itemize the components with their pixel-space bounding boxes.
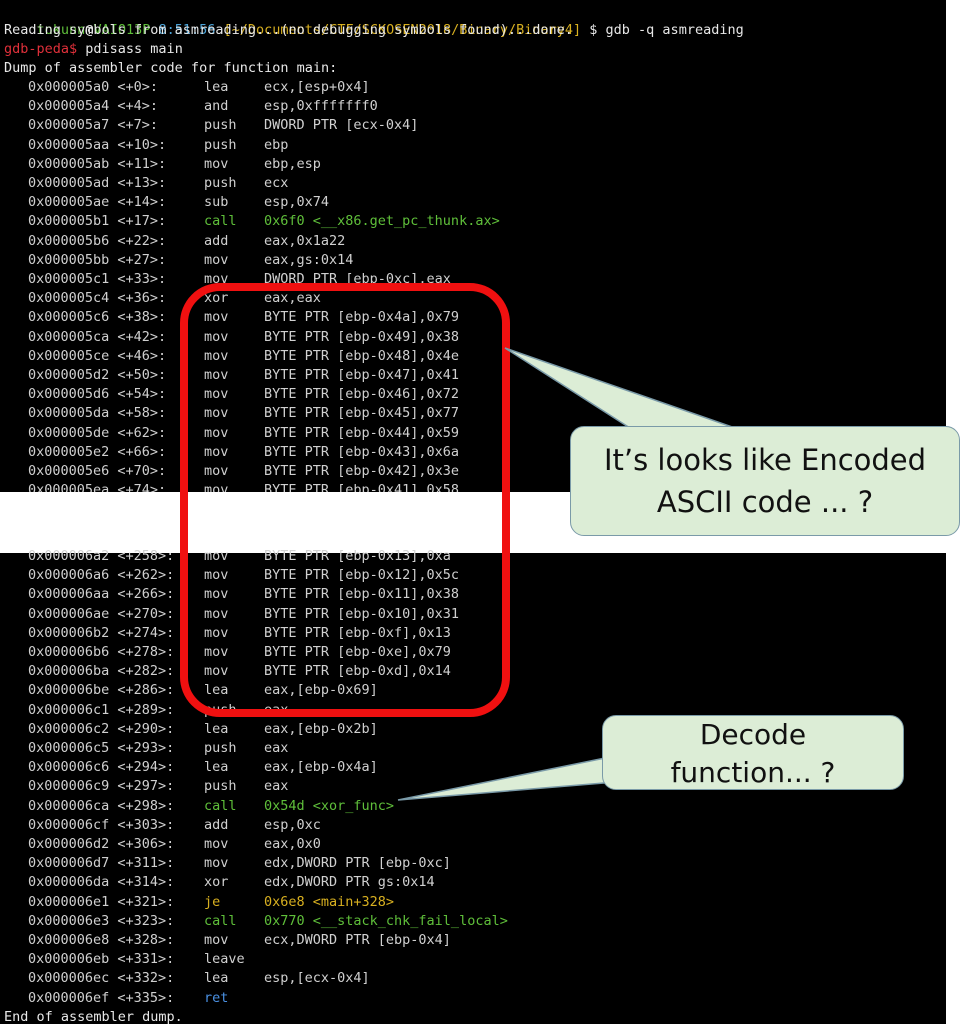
callout-1-line2: ASCII code ... ? [656,485,874,519]
callout-2-line1: Decode [699,718,807,751]
callout-1-pointer [504,347,736,429]
callout-encoded-ascii: It’s looks like Encoded ASCII code ... ? [570,426,960,536]
callout-1-line1: It’s looks like Encoded [603,443,927,477]
callout-2-line2: function... ? [670,756,836,789]
callout-decode-function: Decode function... ? [602,715,904,790]
